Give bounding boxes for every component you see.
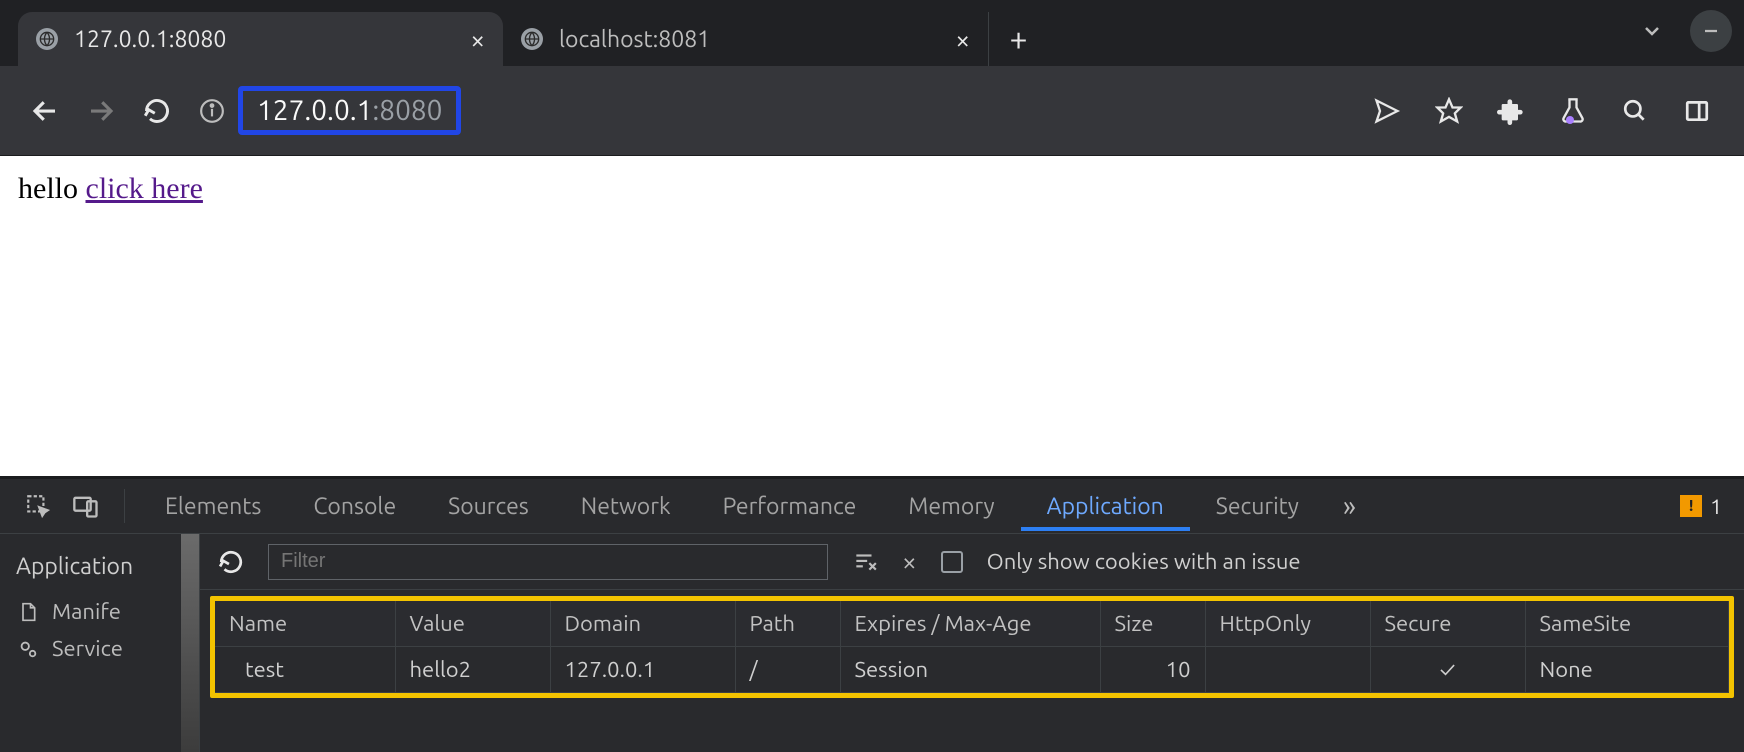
sidebar-item-label: Service [52,636,123,661]
cookies-table-highlight: Name Value Domain Path Expires / Max-Age… [210,596,1734,698]
delete-icon[interactable]: × [902,547,917,576]
col-path[interactable]: Path [735,601,840,647]
address-bar: 127.0.0.1:8080 [0,66,1744,156]
tab-title: localhost:8081 [559,27,939,52]
col-samesite[interactable]: SameSite [1525,601,1729,647]
tabs-dropdown-icon[interactable] [1626,11,1678,51]
gears-icon [16,638,40,660]
col-expires[interactable]: Expires / Max-Age [840,601,1100,647]
browser-tab-inactive[interactable]: localhost:8081 × [503,12,988,66]
window-controls [1626,10,1732,52]
devtools-more-tabs[interactable]: » [1325,491,1374,522]
devtools-tab-elements[interactable]: Elements [139,482,287,531]
col-name[interactable]: Name [215,601,395,647]
new-tab-button[interactable]: + [988,12,1048,66]
col-secure[interactable]: Secure [1370,601,1525,647]
cell-value: hello2 [395,647,550,693]
devtools-issues-badge[interactable]: ! 1 [1680,494,1722,518]
col-domain[interactable]: Domain [550,601,735,647]
url-host: 127.0.0.1 [257,95,372,126]
back-button[interactable] [20,86,70,136]
issues-checkbox-label: Only show cookies with an issue [987,549,1301,574]
cookies-toolbar: × Only show cookies with an issue [200,534,1744,590]
file-icon [16,601,40,623]
inspect-element-icon[interactable] [14,482,62,530]
url-display[interactable]: 127.0.0.1:8080 [238,86,461,135]
filter-input[interactable] [268,544,828,580]
search-icon[interactable] [1614,90,1656,132]
sidebar-item-manifest[interactable]: Manife [0,593,199,630]
col-value[interactable]: Value [395,601,550,647]
devtools-tab-bar: Elements Console Sources Network Perform… [0,479,1744,534]
issues-checkbox[interactable] [941,551,963,573]
close-icon[interactable]: × [470,25,485,54]
clear-all-icon[interactable] [852,549,878,575]
sidebar-section-title: Application [0,548,199,593]
page-link[interactable]: click here [86,172,203,205]
minimize-button[interactable] [1690,10,1732,52]
toolbar-right [1366,90,1724,132]
device-toolbar-icon[interactable] [62,482,110,530]
devtools-tab-application[interactable]: Application [1021,482,1190,531]
refresh-icon[interactable] [218,549,244,575]
devtools-tab-memory[interactable]: Memory [882,482,1020,531]
labs-icon[interactable] [1552,90,1594,132]
forward-button[interactable] [76,86,126,136]
url-port: :8080 [372,95,442,126]
table-row[interactable]: test hello2 127.0.0.1 / Session 10 ✓ Non… [215,647,1729,693]
globe-icon [521,28,543,50]
col-httponly[interactable]: HttpOnly [1205,601,1370,647]
devtools-sidebar: Application Manife Service [0,534,200,752]
page-text: hello [18,172,86,205]
send-icon[interactable] [1366,90,1408,132]
cookies-table: Name Value Domain Path Expires / Max-Age… [215,601,1729,693]
browser-tab-bar: 127.0.0.1:8080 × localhost:8081 × + [0,0,1744,66]
sidebar-item-label: Manife [52,599,121,624]
cell-path: / [735,647,840,693]
devtools-tab-console[interactable]: Console [287,482,422,531]
devtools-tab-performance[interactable]: Performance [697,482,883,531]
devtools-tab-network[interactable]: Network [555,482,697,531]
reload-button[interactable] [132,86,182,136]
cell-size: 10 [1100,647,1205,693]
cell-httponly [1205,647,1370,693]
tab-title: 127.0.0.1:8080 [74,27,454,52]
devtools-tab-sources[interactable]: Sources [422,482,555,531]
sidepanel-icon[interactable] [1676,90,1718,132]
extensions-icon[interactable] [1490,90,1532,132]
bookmark-star-icon[interactable] [1428,90,1470,132]
cell-name: test [215,647,395,693]
cell-secure: ✓ [1370,647,1525,693]
cell-samesite: None [1525,647,1729,693]
col-size[interactable]: Size [1100,601,1205,647]
devtools-main: × Only show cookies with an issue Name V… [200,534,1744,752]
close-icon[interactable]: × [955,25,970,54]
cell-expires: Session [840,647,1100,693]
sidebar-item-service-workers[interactable]: Service [0,630,199,667]
devtools-panel: Elements Console Sources Network Perform… [0,476,1744,752]
devtools-tab-security[interactable]: Security [1190,482,1325,531]
cell-domain: 127.0.0.1 [550,647,735,693]
site-info-icon[interactable] [192,91,232,131]
table-header-row: Name Value Domain Path Expires / Max-Age… [215,601,1729,647]
globe-icon [36,28,58,50]
page-viewport: hello click here [0,156,1744,476]
warning-icon: ! [1680,495,1702,517]
browser-tab-active[interactable]: 127.0.0.1:8080 × [18,12,503,66]
warning-count: 1 [1710,494,1722,518]
